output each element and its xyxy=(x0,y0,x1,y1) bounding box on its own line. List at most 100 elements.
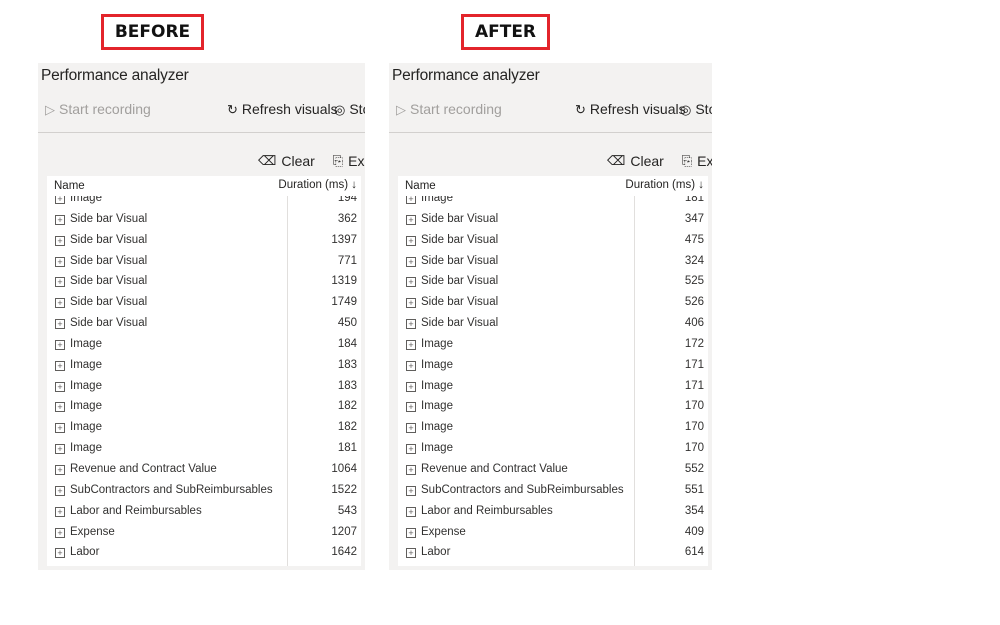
stop-button[interactable]: ◎ Sto xyxy=(334,101,365,117)
table-row[interactable]: + Image 183 xyxy=(47,357,361,378)
recording-toolbar: ▷ Start recording ↻ Refresh visuals ◎ St… xyxy=(389,101,712,121)
table-row[interactable]: + Image 172 xyxy=(398,336,708,357)
expand-icon[interactable]: + xyxy=(55,423,65,434)
table-row[interactable]: + Expense 1207 xyxy=(47,524,361,545)
export-button[interactable]: ⎘ Expor xyxy=(682,153,712,169)
expand-icon[interactable]: + xyxy=(55,319,65,330)
row-name: Side bar Visual xyxy=(70,233,148,246)
duration-column-header[interactable]: Duration (ms) ↓ xyxy=(625,179,704,191)
refresh-visuals-button[interactable]: ↻ Refresh visuals xyxy=(227,101,338,117)
table-row[interactable]: + Image 171 xyxy=(398,357,708,378)
expand-icon[interactable]: + xyxy=(406,319,416,330)
expand-icon[interactable]: + xyxy=(406,548,416,559)
expand-icon[interactable]: + xyxy=(55,527,65,538)
stop-button[interactable]: ◎ Sto xyxy=(680,101,712,117)
row-name: Side bar Visual xyxy=(70,254,148,267)
expand-icon[interactable]: + xyxy=(406,339,416,350)
expand-icon[interactable]: + xyxy=(406,464,416,475)
expand-icon[interactable]: + xyxy=(406,485,416,496)
expand-icon[interactable]: + xyxy=(55,256,65,267)
row-name: Image xyxy=(70,442,102,455)
row-name: Side bar Visual xyxy=(421,233,499,246)
name-column-header[interactable]: Name xyxy=(405,180,436,192)
table-row[interactable]: + Image 170 xyxy=(398,440,708,461)
row-duration: 182 xyxy=(337,421,357,434)
expand-icon[interactable]: + xyxy=(55,485,65,496)
expand-icon[interactable]: + xyxy=(55,235,65,246)
export-button[interactable]: ⎘ Expor xyxy=(333,153,365,169)
expand-icon[interactable]: + xyxy=(55,360,65,371)
table-row[interactable]: + Side bar Visual 406 xyxy=(398,315,708,336)
table-row[interactable]: + Side bar Visual 1397 xyxy=(47,232,361,253)
expand-icon[interactable]: + xyxy=(406,444,416,455)
table-row[interactable]: + Labor 1642 xyxy=(47,544,361,565)
table-row[interactable]: + Image 183 xyxy=(47,378,361,399)
eraser-icon: ⌫ xyxy=(607,153,626,168)
expand-icon[interactable]: + xyxy=(406,402,416,413)
export-label: Expor xyxy=(697,152,712,169)
table-row[interactable]: + Image 182 xyxy=(47,419,361,440)
name-column-header[interactable]: Name xyxy=(54,180,85,192)
expand-icon[interactable]: + xyxy=(55,339,65,350)
table-row[interactable]: + Image 184 xyxy=(47,336,361,357)
start-recording-button[interactable]: ▷ Start recording xyxy=(396,101,502,117)
table-row[interactable]: + Image 182 xyxy=(47,398,361,419)
expand-icon[interactable]: + xyxy=(406,214,416,225)
table-row[interactable]: + Side bar Visual 526 xyxy=(398,294,708,315)
expand-icon[interactable]: + xyxy=(406,298,416,309)
clear-button[interactable]: ⌫ Clear xyxy=(607,153,664,169)
table-row[interactable]: + Side bar Visual 347 xyxy=(398,211,708,232)
row-name: Image xyxy=(421,379,453,392)
table-row[interactable]: + Revenue and Contract Value 552 xyxy=(398,461,708,482)
table-row[interactable]: + Side bar Visual 475 xyxy=(398,232,708,253)
expand-icon[interactable]: + xyxy=(55,214,65,225)
table-row[interactable]: + SubContractors and SubReimbursables 1522 xyxy=(47,482,361,503)
expand-icon[interactable]: + xyxy=(406,235,416,246)
table-row[interactable]: + Side bar Visual 450 xyxy=(47,315,361,336)
table-row[interactable]: + Image 181 xyxy=(47,440,361,461)
table-row[interactable]: + SubContractors and SubReimbursables 551 xyxy=(398,482,708,503)
table-row[interactable]: + Image 170 xyxy=(398,419,708,440)
expand-icon[interactable]: + xyxy=(55,464,65,475)
table-row[interactable]: + Image 171 xyxy=(398,378,708,399)
expand-icon[interactable]: + xyxy=(55,548,65,559)
table-row[interactable]: + Expense 409 xyxy=(398,524,708,545)
table-row[interactable]: + Side bar Visual 771 xyxy=(47,253,361,274)
table-row[interactable]: + Labor and Reimbursables 543 xyxy=(47,503,361,524)
expand-icon[interactable]: + xyxy=(406,256,416,267)
clear-button[interactable]: ⌫ Clear xyxy=(258,153,315,169)
start-recording-button[interactable]: ▷ Start recording xyxy=(45,101,151,117)
refresh-visuals-button[interactable]: ↻ Refresh visuals xyxy=(575,101,686,117)
row-duration: 171 xyxy=(684,358,704,371)
expand-icon[interactable]: + xyxy=(55,506,65,517)
play-icon: ▷ xyxy=(45,101,55,117)
expand-icon[interactable]: + xyxy=(406,277,416,288)
expand-icon[interactable]: + xyxy=(55,381,65,392)
table-row[interactable]: + Side bar Visual 362 xyxy=(47,211,361,232)
row-name: Side bar Visual xyxy=(421,212,499,225)
expand-icon[interactable]: + xyxy=(406,381,416,392)
table-row[interactable]: + Image 170 xyxy=(398,398,708,419)
expand-icon[interactable]: + xyxy=(55,298,65,309)
table-row[interactable]: + Labor 614 xyxy=(398,544,708,565)
row-name: Revenue and Contract Value xyxy=(421,462,568,475)
table-row[interactable]: + Side bar Visual 525 xyxy=(398,273,708,294)
table-row[interactable]: + Side bar Visual 1319 xyxy=(47,273,361,294)
expand-icon[interactable]: + xyxy=(406,423,416,434)
table-row[interactable]: + Labor and Reimbursables 354 xyxy=(398,503,708,524)
duration-column-header[interactable]: Duration (ms) ↓ xyxy=(278,179,357,191)
expand-icon[interactable]: + xyxy=(406,360,416,371)
action-toolbar: ⌫ Clear ⎘ Expor xyxy=(607,152,712,172)
expand-icon[interactable]: + xyxy=(55,444,65,455)
row-duration: 170 xyxy=(684,421,704,434)
expand-icon[interactable]: + xyxy=(406,506,416,517)
row-duration: 475 xyxy=(684,233,704,246)
expand-icon[interactable]: + xyxy=(55,402,65,413)
refresh-icon: ↻ xyxy=(227,101,238,117)
expand-icon[interactable]: + xyxy=(406,527,416,538)
table-row[interactable]: + Side bar Visual 324 xyxy=(398,253,708,274)
table-row[interactable]: + Revenue and Contract Value 1064 xyxy=(47,461,361,482)
panel-title: Performance analyzer xyxy=(41,67,189,84)
expand-icon[interactable]: + xyxy=(55,277,65,288)
table-row[interactable]: + Side bar Visual 1749 xyxy=(47,294,361,315)
